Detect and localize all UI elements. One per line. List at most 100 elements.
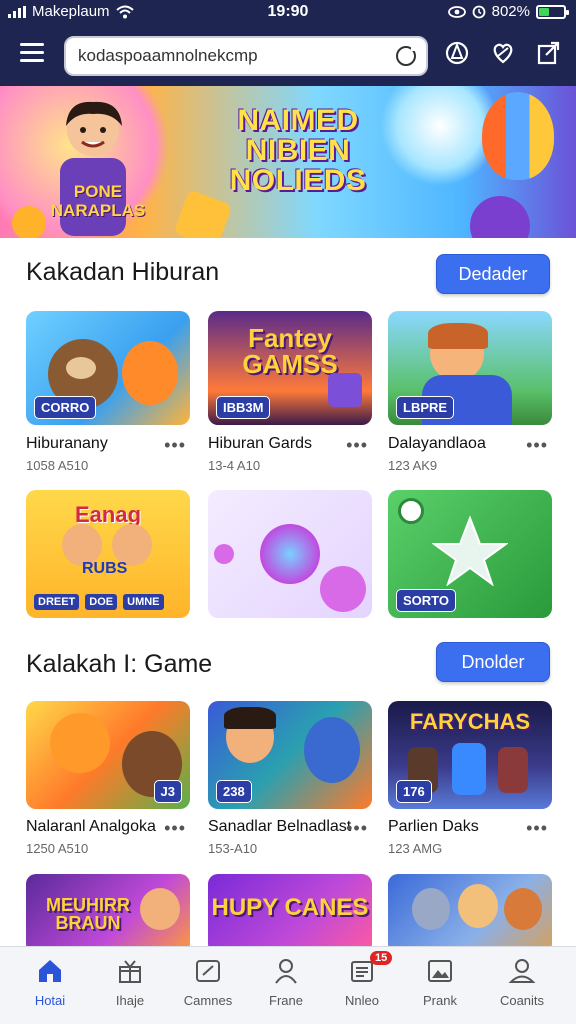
- game-badge: 238: [216, 780, 252, 803]
- game-art-title: MEUHIRR BRAUN: [46, 895, 130, 933]
- nav-label: Hotai: [34, 993, 66, 1008]
- game-badge: 176: [396, 780, 432, 803]
- game-title[interactable]: Sanadlar Belnadlast: [208, 818, 351, 836]
- game-card[interactable]: 238 Sanadlar Belnadlast 153-A10 •••: [208, 701, 372, 856]
- battery-percent: 802%: [491, 3, 530, 20]
- more-options-icon[interactable]: •••: [526, 435, 548, 456]
- game-art-labels: DREET DOE UMNE: [34, 594, 164, 610]
- game-thumbnail[interactable]: 238: [208, 701, 372, 809]
- game-card[interactable]: [208, 490, 372, 618]
- game-title[interactable]: Dalayandlaoa: [388, 435, 486, 453]
- game-meta: 153-A10: [208, 841, 258, 856]
- alarm-icon: [472, 5, 486, 18]
- game-art-title: Fantey GAMSS: [242, 323, 338, 379]
- menu-icon[interactable]: [20, 43, 44, 63]
- game-thumbnail[interactable]: SORTO: [388, 490, 552, 618]
- nav-item-friends[interactable]: Frane: [248, 957, 324, 1008]
- image-icon: [428, 960, 452, 982]
- game-title[interactable]: Hiburanany: [26, 435, 108, 453]
- game-card[interactable]: Eanag RUBS DREET DOE UMNE: [26, 490, 190, 618]
- browser-actions: [444, 40, 562, 66]
- game-thumbnail[interactable]: MEUHIRR BRAUN: [26, 874, 190, 954]
- browser-nav: [0, 34, 576, 78]
- nav-item-games[interactable]: Camnes: [170, 957, 246, 1008]
- game-thumbnail[interactable]: [208, 490, 372, 618]
- game-card[interactable]: MEUHIRR BRAUN: [26, 874, 190, 954]
- nav-item-profile[interactable]: Coanits: [484, 957, 560, 1008]
- game-title[interactable]: Hiburan Gards: [208, 435, 312, 453]
- game-art-plate: RUBS: [82, 560, 128, 577]
- game-title[interactable]: Parlien Daks: [388, 818, 479, 836]
- game-art-title: HUPY CANES: [211, 894, 369, 921]
- section-title-entertainment: Kakadan Hiburan: [26, 258, 220, 286]
- nav-label: Ihaje: [115, 993, 145, 1008]
- game-art-label: UMNE: [123, 594, 164, 610]
- nav-label: Nnleo: [345, 993, 379, 1008]
- url-input[interactable]: [66, 38, 386, 74]
- game-art-label: DREET: [34, 594, 80, 610]
- top-bar: Makeplaum 19:90 802%: [0, 0, 576, 86]
- nav-item-home[interactable]: Hotai: [12, 957, 88, 1008]
- game-badge: J3: [153, 780, 182, 803]
- game-thumbnail[interactable]: [388, 874, 552, 954]
- game-card[interactable]: [388, 874, 552, 954]
- game-card[interactable]: CORRO Hiburanany 1058 A510 •••: [26, 311, 190, 473]
- game-card[interactable]: LBPRE Dalayandlaoa 123 AK9 •••: [388, 311, 552, 473]
- game-card[interactable]: SORTO: [388, 490, 552, 618]
- more-options-icon[interactable]: •••: [526, 818, 548, 839]
- more-options-icon[interactable]: •••: [346, 818, 368, 839]
- game-thumbnail[interactable]: CORRO: [26, 311, 190, 425]
- nav-item-images[interactable]: Prank: [402, 957, 478, 1008]
- gift-icon: [119, 960, 141, 983]
- nav-label: Frane: [269, 993, 303, 1008]
- game-card[interactable]: HUPY CANES: [208, 874, 372, 954]
- game-meta: 13-4 A10: [208, 458, 261, 473]
- nav-label: Coanits: [499, 993, 545, 1008]
- game-thumbnail[interactable]: Fantey GAMSS IBB3M: [208, 311, 372, 425]
- game-meta: 123 AK9: [388, 458, 438, 473]
- game-card[interactable]: Fantey GAMSS IBB3M Hiburan Gards 13-4 A1…: [208, 311, 372, 473]
- see-all-button[interactable]: Dedader: [436, 254, 550, 294]
- status-right: 802%: [447, 3, 569, 20]
- game-art-title: Eanag: [74, 502, 142, 527]
- game-art-title: FARYCHAS: [409, 709, 531, 734]
- battery-icon: [536, 4, 569, 19]
- bottom-navigation: Hotai Ihaje Camnes Frane 15 Nnleo Prank …: [0, 946, 576, 1024]
- banner-shirt-text: PONE NARAPLAS: [50, 182, 146, 220]
- status-bar: Makeplaum 19:90 802%: [0, 0, 576, 26]
- eye-icon: [447, 5, 466, 18]
- more-options-icon[interactable]: •••: [164, 818, 186, 839]
- game-thumbnail[interactable]: FARYCHAS 176: [388, 701, 552, 809]
- game-art-label: DOE: [85, 594, 118, 610]
- recycle-icon[interactable]: [444, 40, 470, 66]
- nav-label: Prank: [423, 993, 457, 1008]
- game-title[interactable]: Nalaranl Analgoka: [26, 818, 156, 836]
- more-options-icon[interactable]: •••: [164, 435, 186, 456]
- nav-item-news[interactable]: 15 Nnleo: [324, 951, 400, 1008]
- share-icon[interactable]: [536, 40, 562, 66]
- profile-icon: [508, 959, 536, 983]
- game-thumbnail[interactable]: HUPY CANES: [208, 874, 372, 954]
- balloon-illustration: [482, 92, 554, 180]
- friends-icon: [275, 959, 297, 984]
- game-badge: IBB3M: [216, 396, 271, 419]
- more-options-icon[interactable]: •••: [346, 435, 368, 456]
- promo-banner[interactable]: PONE NARAPLAS NAIMED NIBIEN NOLIEDS: [0, 86, 576, 238]
- notification-badge: 15: [370, 951, 393, 965]
- game-badge: SORTO: [396, 589, 456, 612]
- game-card[interactable]: FARYCHAS 176 Parlien Daks 123 AMG •••: [388, 701, 552, 856]
- game-meta: 1058 A510: [26, 458, 89, 473]
- reload-icon[interactable]: [396, 45, 417, 66]
- nav-item-gift[interactable]: Ihaje: [92, 957, 168, 1008]
- game-thumbnail[interactable]: J3: [26, 701, 190, 809]
- game-badge: LBPRE: [396, 396, 455, 419]
- banner-title: NAIMED NIBIEN NOLIEDS: [229, 104, 367, 197]
- see-all-button[interactable]: Dnolder: [436, 642, 550, 682]
- game-thumbnail[interactable]: LBPRE: [388, 311, 552, 425]
- game-icon: [196, 960, 220, 982]
- address-bar[interactable]: [64, 36, 428, 76]
- nav-label: Camnes: [183, 993, 233, 1008]
- game-thumbnail[interactable]: Eanag RUBS DREET DOE UMNE: [26, 490, 190, 618]
- game-card[interactable]: J3 Nalaranl Analgoka 1250 A510 •••: [26, 701, 190, 856]
- favorite-icon[interactable]: [490, 40, 516, 66]
